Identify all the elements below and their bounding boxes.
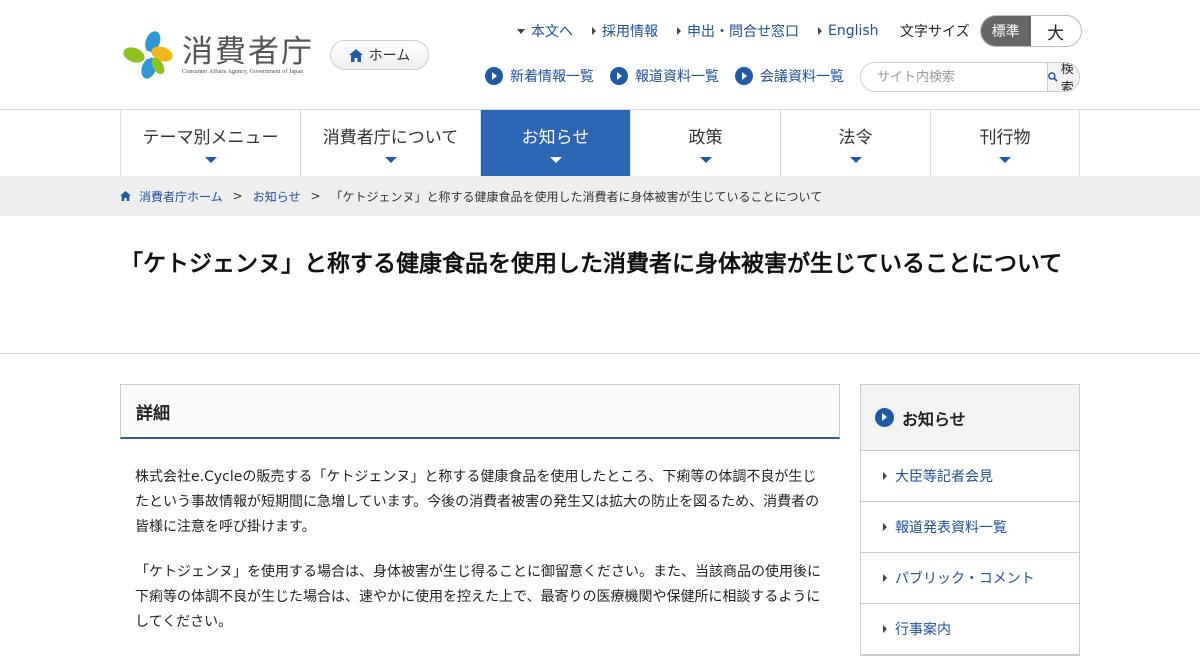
search-button[interactable]: 検索 (1047, 63, 1079, 91)
sidebar-item-label: 行事案内 (895, 622, 951, 638)
search-icon (1048, 72, 1058, 82)
circle-arrow-icon (875, 408, 894, 427)
gnav-label: 刊行物 (979, 128, 1031, 148)
logo-mark-icon (123, 31, 173, 79)
util-link-label: 申出・問合せ窓口 (687, 24, 799, 40)
breadcrumb: 消費者庁ホーム > お知らせ > 「ケトジェンヌ」と称する健康食品を使用した消費… (0, 176, 1200, 216)
sidebar: お知らせ 大臣等記者会見 報道発表資料一覧 パブリック・コメント 行事案内 (860, 384, 1080, 656)
gnav-policy[interactable]: 政策 (631, 110, 781, 176)
sidebar-item-press-conference[interactable]: 大臣等記者会見 (861, 451, 1079, 502)
recruit-link[interactable]: 採用情報 (592, 21, 658, 41)
sidebar-heading: お知らせ (861, 385, 1079, 451)
font-size-switcher: 文字サイズ 標準 大 (900, 15, 1082, 47)
site-search: 検索 (860, 62, 1080, 92)
caret-down-icon (999, 157, 1011, 163)
utility-links: 本文へ 採用情報 申出・問合せ窓口 English (517, 21, 898, 41)
chevron-down-icon (517, 28, 525, 34)
site-logo[interactable]: 消費者庁 Consumer Affairs Agency, Government… (120, 30, 314, 80)
body-paragraph: 株式会社e.Cycleの販売する「ケトジェンヌ」と称する健康食品を使用したところ… (135, 469, 820, 535)
gnav-label: テーマ別メニュー (142, 128, 279, 148)
chevron-right-icon (883, 472, 887, 480)
circle-arrow-icon (610, 67, 628, 85)
sidebar-item-label: パブリック・コメント (895, 571, 1035, 587)
sub-link-label: 会議資料一覧 (760, 69, 844, 85)
gnav-label: 政策 (688, 128, 723, 148)
gnav-news[interactable]: お知らせ (481, 110, 631, 176)
caret-down-icon (849, 157, 862, 163)
font-size-large-button[interactable]: 大 (1031, 16, 1081, 46)
breadcrumb-news-link[interactable]: お知らせ (253, 188, 301, 205)
sub-link-label: 新着情報一覧 (510, 69, 594, 85)
util-link-label: English (828, 23, 879, 39)
util-link-label: 本文へ (531, 24, 573, 40)
breadcrumb-separator: > (310, 189, 321, 203)
search-input[interactable] (861, 63, 1047, 91)
sidebar-item-label: 大臣等記者会見 (895, 469, 993, 485)
global-nav: テーマ別メニュー 消費者庁について お知らせ 政策 法令 刊行物 (120, 110, 1080, 176)
contact-link[interactable]: 申出・問合せ窓口 (677, 21, 799, 41)
font-size-label: 文字サイズ (900, 24, 970, 40)
caret-down-icon (204, 157, 217, 163)
chevron-right-icon (883, 523, 887, 531)
press-list-link[interactable]: 報道資料一覧 (610, 66, 719, 86)
detail-heading: 詳細 (120, 384, 840, 439)
breadcrumb-separator: > (232, 189, 243, 203)
chevron-right-icon (883, 625, 887, 633)
gnav-label: お知らせ (521, 128, 590, 148)
skip-to-content-link[interactable]: 本文へ (517, 21, 573, 41)
caret-down-icon (549, 157, 562, 163)
circle-arrow-icon (735, 67, 753, 85)
breadcrumb-current: 「ケトジェンヌ」と称する健康食品を使用した消費者に身体被害が生じていることについ… (330, 189, 823, 204)
chevron-right-icon (883, 574, 887, 582)
sub-link-label: 報道資料一覧 (635, 69, 719, 85)
sidebar-item-label: 報道発表資料一覧 (895, 520, 1007, 536)
home-icon (348, 48, 363, 62)
sidebar-item-press-releases[interactable]: 報道発表資料一覧 (861, 502, 1079, 553)
page-title: 「ケトジェンヌ」と称する健康食品を使用した消費者に身体被害が生じていることについ… (120, 251, 1063, 277)
gnav-law[interactable]: 法令 (781, 110, 931, 176)
gnav-theme-menu[interactable]: テーマ別メニュー (121, 110, 301, 176)
body-paragraph: 「ケトジェンヌ」を使用する場合は、身体被害が生じ得ることに御留意ください。また、… (135, 564, 821, 630)
caret-down-icon (384, 157, 397, 163)
divider (0, 353, 1200, 354)
english-link[interactable]: English (818, 21, 879, 41)
gnav-label: 消費者庁について (322, 128, 459, 148)
caret-down-icon (699, 157, 712, 163)
sub-links: 新着情報一覧 報道資料一覧 会議資料一覧 (485, 66, 860, 86)
gnav-label: 法令 (838, 128, 873, 148)
chevron-right-icon (818, 27, 822, 35)
meeting-list-link[interactable]: 会議資料一覧 (735, 66, 844, 86)
news-list-link[interactable]: 新着情報一覧 (485, 66, 594, 86)
gnav-publications[interactable]: 刊行物 (931, 110, 1080, 176)
circle-arrow-icon (485, 67, 503, 85)
site-header: 消費者庁 Consumer Affairs Agency, Government… (0, 0, 1200, 110)
logo-name: 消費者庁 (182, 34, 314, 70)
logo-subtitle: Consumer Affairs Agency, Government of J… (182, 69, 304, 75)
breadcrumb-home-link[interactable]: 消費者庁ホーム (139, 188, 223, 205)
font-size-standard-button[interactable]: 標準 (980, 16, 1031, 46)
chevron-right-icon (592, 27, 596, 35)
util-link-label: 採用情報 (602, 24, 658, 40)
sidebar-heading-label: お知らせ (902, 409, 966, 429)
home-button-label: ホーム (368, 48, 411, 64)
sidebar-item-public-comment[interactable]: パブリック・コメント (861, 553, 1079, 604)
chevron-right-icon (677, 27, 681, 35)
search-button-label: 検索 (1060, 62, 1074, 92)
main-content: 詳細 株式会社e.Cycleの販売する「ケトジェンヌ」と称する健康食品を使用した… (120, 384, 840, 635)
home-button[interactable]: ホーム (330, 40, 429, 70)
home-icon (120, 191, 131, 201)
gnav-about[interactable]: 消費者庁について (301, 110, 481, 176)
